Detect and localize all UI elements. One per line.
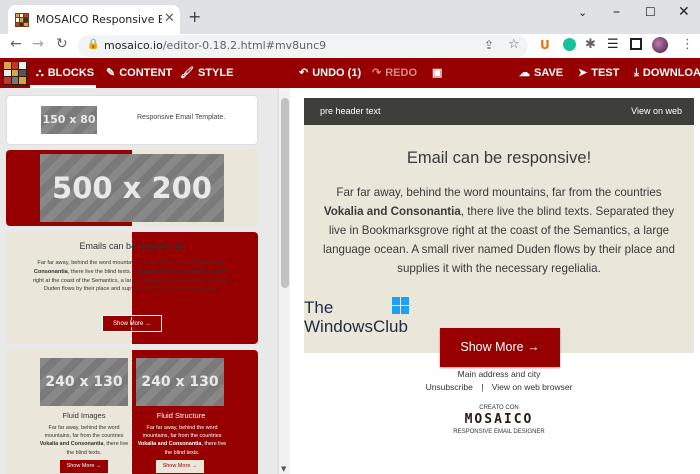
block-body: Far far away, behind the word mountains,… (32, 260, 232, 293)
preheader-text: pre header text (320, 106, 381, 116)
column-title: Fluid Structure (156, 411, 206, 420)
tab-content[interactable]: ✎ CONTENT (106, 58, 172, 88)
reload-icon[interactable]: ↻ (56, 36, 68, 52)
menu-icon[interactable]: ⋮ (681, 37, 694, 52)
download-button[interactable]: ⤓DOWNLOAD (634, 58, 700, 88)
block-header[interactable]: 150 x 80 Responsive Email Template. (6, 95, 258, 145)
column-body: Far far away, behind the word mountains,… (39, 425, 129, 456)
image-placeholder: 500 x 200 (40, 154, 224, 222)
unsubscribe-link[interactable]: Unsubscribe (426, 382, 473, 392)
plus-icon[interactable]: + (188, 7, 201, 26)
extension-icon[interactable]: ☰ (607, 37, 619, 52)
email-preview: pre header text View on web Email can be… (290, 88, 700, 474)
save-icon: ☁ (519, 67, 530, 79)
redo-icon: ↷ (372, 67, 382, 79)
footer-separator: | (481, 382, 484, 392)
chevron-down-icon[interactable]: ⌄ (578, 6, 587, 19)
show-more-button: Show More → (60, 460, 108, 473)
image-placeholder: 240 x 130 (136, 358, 224, 406)
maximize-icon[interactable]: ☐ (645, 5, 656, 19)
lock-icon[interactable]: 🔒 (87, 39, 99, 50)
gallery-button[interactable]: ▣ (432, 58, 446, 88)
url-path: /editor-0.18.2.html#mv8unc9 (162, 39, 327, 52)
browser-tab-strip: MOSAICO Responsive Email Desi ✕ + ⌄ – ☐ … (0, 0, 700, 34)
show-more-button: Show More → (102, 315, 162, 332)
email-title[interactable]: Email can be responsive! (304, 149, 694, 168)
preheader-bar[interactable]: pre header text View on web (304, 98, 694, 125)
style-icon: 🖌 (180, 67, 194, 79)
share-icon[interactable]: ⇪ (484, 38, 494, 52)
watermark-line2: WindowsClub (304, 317, 408, 336)
extension-icon[interactable] (563, 38, 576, 51)
close-icon[interactable]: ✕ (164, 11, 175, 26)
url-text: mosaico.io/editor-0.18.2.html#mv8unc9 (104, 39, 326, 52)
test-button[interactable]: ➤ TEST (578, 58, 619, 88)
show-more-button[interactable]: Show More → (440, 328, 560, 367)
mosaico-favicon (15, 13, 29, 27)
browser-tab[interactable]: MOSAICO Responsive Email Desi ✕ (8, 5, 180, 34)
test-icon: ➤ (578, 67, 588, 79)
profile-avatar[interactable] (652, 37, 668, 53)
redo-button[interactable]: ↷ REDO (372, 58, 417, 88)
content-icon: ✎ (106, 67, 116, 79)
block-text-button[interactable]: Emails can be responsive! Far far away, … (6, 232, 258, 344)
view-on-web-link[interactable]: View on web (631, 106, 682, 116)
minimize-icon[interactable]: – (613, 4, 620, 20)
chevron-down-icon[interactable]: ▼ (281, 465, 286, 473)
back-icon[interactable]: ← (10, 36, 22, 52)
image-icon: ▣ (432, 67, 443, 79)
footer-links: Unsubscribe | View on web browser (304, 382, 694, 392)
star-icon[interactable]: ☆ (508, 37, 520, 52)
scrollbar-thumb[interactable] (281, 98, 289, 288)
block-title: Emails can be responsive! (79, 241, 185, 251)
column-body: Far far away, behind the word mountains,… (137, 425, 227, 456)
email-body[interactable]: Far far away, behind the word mountains,… (320, 183, 678, 278)
save-button[interactable]: ☁ SAVE (519, 58, 563, 88)
column-title: Fluid Images (62, 411, 106, 420)
blocks-panel: 150 x 80 Responsive Email Template. 500 … (0, 88, 290, 474)
image-placeholder: 240 x 130 (40, 358, 128, 406)
block-two-columns[interactable]: 240 x 130 240 x 130 Fluid Images Fluid S… (6, 350, 258, 474)
undo-icon: ↶ (299, 67, 309, 79)
extension-icon[interactable] (630, 38, 642, 50)
tab-title: MOSAICO Responsive Email Desi (36, 13, 162, 26)
scrollbar[interactable]: ▼ (278, 88, 290, 474)
view-browser-link[interactable]: View on web browser (492, 382, 573, 392)
block-hero-image[interactable]: 500 x 200 (6, 150, 258, 226)
mosaico-logo (3, 61, 27, 85)
app-toolbar: ⛬ BLOCKS ✎ CONTENT 🖌 STYLE ↶ UNDO (1) ↷ REDO … (0, 58, 700, 88)
download-icon: ⤓ (634, 67, 639, 79)
extension-icon[interactable]: U (540, 38, 550, 52)
image-placeholder: 150 x 80 (41, 106, 97, 134)
windows-logo-icon (392, 297, 409, 314)
address-bar[interactable]: 🔒 mosaico.io/editor-0.18.2.html#mv8unc9 … (78, 35, 528, 57)
mosaico-footer-logo[interactable]: MOSAICO (304, 412, 694, 427)
block-text: Responsive Email Template. (137, 114, 226, 121)
tab-style[interactable]: 🖌 STYLE (180, 58, 233, 88)
url-host: mosaico.io (104, 39, 163, 52)
column-divider (131, 238, 132, 474)
close-icon[interactable]: ✕ (678, 4, 690, 20)
extension-icon[interactable]: ✱ (585, 37, 596, 52)
tab-blocks[interactable]: ⛬ BLOCKS (30, 58, 96, 88)
blocks-icon: ⛬ (36, 67, 44, 79)
forward-icon[interactable]: → (32, 36, 44, 52)
footer-address: Main address and city (457, 369, 541, 379)
designer-label: RESPONSIVE EMAIL DESIGNER (453, 429, 545, 435)
undo-button[interactable]: ↶ UNDO (1) (299, 58, 361, 88)
show-more-button: Show More → (156, 460, 204, 473)
browser-toolbar: ← → ↻ 🔒 mosaico.io/editor-0.18.2.html#mv… (0, 34, 700, 58)
creato-con-label: CREATO CON (479, 405, 519, 411)
